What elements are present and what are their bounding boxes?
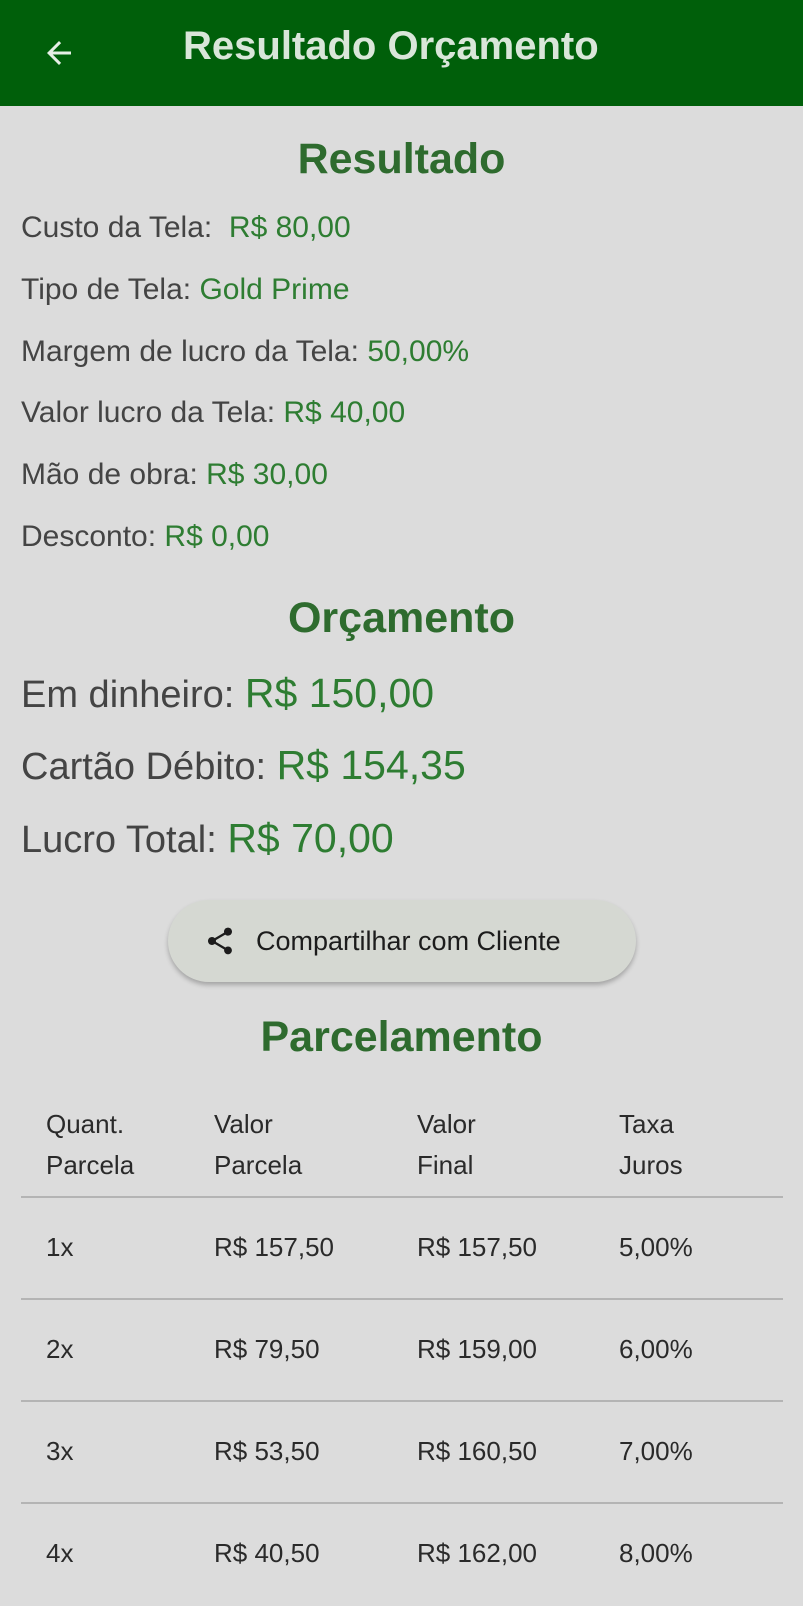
custo-tela-label: Custo da Tela: [21,211,213,244]
share-icon [208,927,232,955]
orcamento-title: Orçamento [287,594,515,642]
header-quant-parcela-line1: Quant. [46,1109,125,1139]
lucro-total-label: Lucro Total: [21,819,217,861]
lucro-total-row: Lucro Total: R$ 70,00 [21,815,394,862]
em-dinheiro-label: Em dinheiro: [21,674,235,716]
cell-taxa-juros: 5,00% [619,1232,693,1262]
cartao-debito-label: Cartão Débito: [21,746,267,788]
cell-taxa-juros: 8,00% [619,1538,693,1568]
margem-lucro-label: Margem de lucro da Tela: [21,335,359,368]
tipo-tela-value: Gold Prime [199,273,350,306]
margem-lucro-value: 50,00% [367,335,470,368]
valor-lucro-row: Valor lucro da Tela: R$ 40,00 [21,396,405,430]
tipo-tela-label: Tipo de Tela: [21,273,192,306]
table-row: 3x R$ 53,50 R$ 160,50 7,00% [21,1402,783,1504]
header-taxa-juros-line1: Taxa [619,1109,674,1139]
cell-quant: 1x [46,1232,74,1262]
cell-valor-parcela: R$ 79,50 [214,1334,320,1364]
header-valor-final: Valor Final [417,1104,476,1186]
valor-lucro-value: R$ 40,00 [283,396,406,429]
table-header: Quant. Parcela Valor Parcela Valor Final… [21,1090,783,1198]
mao-obra-value: R$ 30,00 [206,458,328,491]
cell-valor-final: R$ 162,00 [417,1538,537,1568]
custo-tela-value: R$ 80,00 [228,211,351,244]
cell-valor-final: R$ 160,50 [417,1436,537,1466]
margem-lucro-row: Margem de lucro da Tela: 50,00% [21,335,469,369]
table-row: 4x R$ 40,50 R$ 162,00 8,00% [21,1504,783,1606]
cartao-debito-value: R$ 154,35 [276,742,466,788]
cell-quant: 3x [46,1436,74,1466]
mao-obra-row: Mão de obra: R$ 30,00 [21,458,328,492]
share-button-label: Compartilhar com Cliente [256,925,561,956]
header-valor-parcela-line1: Valor [214,1109,273,1139]
valor-lucro-label: Valor lucro da Tela: [21,396,276,429]
em-dinheiro-row: Em dinheiro: R$ 150,00 [21,670,434,717]
cell-quant: 4x [46,1538,74,1568]
header-taxa-juros-line2: Juros [619,1150,683,1180]
arrow-left-icon [47,41,71,65]
cell-quant: 2x [46,1334,74,1364]
cell-valor-parcela: R$ 40,50 [214,1538,320,1568]
header-valor-parcela: Valor Parcela [214,1104,302,1186]
header-quant-parcela: Quant. Parcela [46,1104,134,1186]
header-quant-parcela-line2: Parcela [46,1150,135,1180]
cell-taxa-juros: 7,00% [619,1436,693,1466]
app-bar: Resultado Orçamento [0,0,803,106]
tipo-tela-row: Tipo de Tela: Gold Prime [21,273,350,307]
cell-valor-parcela: R$ 157,50 [214,1232,334,1262]
desconto-label: Desconto: [21,520,157,553]
parcelamento-title: Parcelamento [260,1013,543,1061]
installments-table: Quant. Parcela Valor Parcela Valor Final… [21,1090,783,1606]
header-valor-final-line2: Final [417,1150,474,1180]
header-valor-parcela-line2: Parcela [214,1150,303,1180]
header-valor-final-line1: Valor [417,1109,476,1139]
cell-valor-final: R$ 159,00 [417,1334,537,1364]
custo-tela-row: Custo da Tela: R$ 80,00 [21,211,351,245]
lucro-total-value: R$ 70,00 [227,815,394,861]
page-title: Resultado Orçamento [183,24,599,68]
cartao-debito-row: Cartão Débito: R$ 154,35 [21,742,466,789]
desconto-row: Desconto: R$ 0,00 [21,520,270,554]
header-taxa-juros: Taxa Juros [619,1104,683,1186]
back-button[interactable] [34,28,84,78]
table-row: 1x R$ 157,50 R$ 157,50 5,00% [21,1198,783,1300]
share-with-client-button[interactable]: Compartilhar com Cliente [168,900,636,982]
cell-valor-final: R$ 157,50 [417,1232,537,1262]
cell-valor-parcela: R$ 53,50 [214,1436,320,1466]
em-dinheiro-value: R$ 150,00 [244,670,435,716]
table-row: 2x R$ 79,50 R$ 159,00 6,00% [21,1300,783,1402]
resultado-title: Resultado [297,135,506,183]
desconto-value: R$ 0,00 [164,520,270,553]
cell-taxa-juros: 6,00% [619,1334,693,1364]
mao-obra-label: Mão de obra: [21,458,198,491]
